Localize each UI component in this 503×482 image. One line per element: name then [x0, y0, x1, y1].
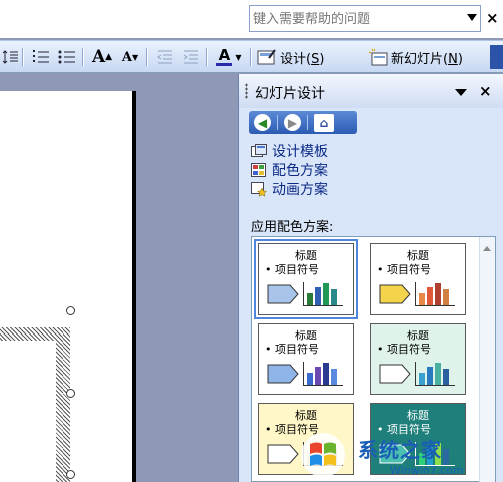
design-template-icon — [251, 143, 267, 159]
thumbnail-bar — [419, 293, 425, 305]
new-slide-button-label: 新幻灯片(N) — [391, 51, 463, 67]
thumbnail-bar — [443, 369, 449, 385]
font-color-button[interactable]: A ▼ — [212, 47, 246, 67]
thumbnail-bar — [427, 367, 433, 385]
toolbar-separator — [250, 48, 252, 66]
design-button[interactable]: 设计(S) — [257, 47, 364, 67]
scroll-up-icon[interactable] — [483, 246, 491, 251]
thumbnail-arrow-shape — [379, 364, 411, 384]
thumbnail-bullet-text: • 项目符号 — [265, 343, 319, 356]
task-pane-menu-icon[interactable] — [455, 89, 467, 96]
watermark: 系统之家 Winwin7.com — [300, 432, 503, 482]
design-icon — [257, 49, 276, 65]
color-schemes-link[interactable]: 配色方案 — [251, 161, 328, 179]
slide-canvas[interactable] — [0, 91, 136, 482]
design-templates-link-text: 设计模板 — [272, 144, 328, 160]
thumbnail-bar-chart — [303, 282, 343, 306]
watermark-url: Winwin7.com — [390, 464, 464, 477]
design-templates-link[interactable]: 设计模板 — [251, 142, 328, 160]
thumbnail-bar — [323, 283, 329, 305]
watermark-title: 系统之家 — [358, 438, 442, 462]
thumbnail-bar — [427, 287, 433, 305]
design-button-label: 设计(S) — [280, 51, 325, 67]
thumbnail-bar — [315, 367, 321, 385]
nav-separator — [277, 115, 278, 130]
animation-scheme-icon — [251, 181, 268, 197]
toolbar-separator — [22, 48, 24, 66]
thumbnail-arrow-shape — [267, 364, 299, 384]
menu-strip: × — [0, 0, 503, 38]
resize-handle[interactable] — [66, 389, 75, 398]
toolbar-options-icon[interactable] — [490, 45, 503, 69]
new-slide-icon — [368, 48, 388, 66]
thumbnail-bullet-text: • 项目符号 — [377, 343, 431, 356]
nav-separator — [307, 115, 308, 130]
color-scheme-thumbnail[interactable]: 标题 • 项目符号 — [254, 239, 358, 319]
thumbnail-bar-chart — [415, 362, 455, 386]
increase-indent-icon[interactable] — [180, 47, 202, 67]
thumbnail-bar — [331, 369, 337, 385]
help-dropdown-icon[interactable] — [467, 14, 477, 21]
chevron-down-icon: ▼ — [235, 52, 242, 62]
resize-handle[interactable] — [66, 470, 75, 479]
toolbar-separator — [82, 48, 84, 66]
thumbnail-bar — [331, 289, 337, 305]
decrease-font-size-icon[interactable]: A ▼ — [118, 47, 142, 67]
thumbnail-bar — [419, 373, 425, 385]
thumbnail-bullet-text: • 项目符号 — [265, 263, 319, 276]
thumbnail-bar — [307, 293, 313, 305]
line-spacing-icon[interactable] — [2, 47, 20, 67]
toolbar-separator — [206, 48, 208, 66]
thumbnail-bar — [435, 283, 441, 305]
increase-font-size-icon[interactable]: A ▲ — [90, 47, 114, 67]
home-icon[interactable]: ⌂ — [314, 114, 334, 132]
thumbnail-bar — [315, 287, 321, 305]
thumbnail-bar — [435, 363, 441, 385]
animation-schemes-link-text: 动画方案 — [272, 182, 328, 198]
formatting-toolbar: A ▲ A ▼ A ▼ 设计(S) 新幻灯片(N) — [0, 40, 503, 73]
thumbnail-bar — [307, 373, 313, 385]
help-search-input[interactable] — [253, 10, 458, 28]
thumbnail-bar-chart — [303, 362, 343, 386]
color-scheme-thumbnail[interactable]: 标题 • 项目符号 — [258, 323, 354, 395]
back-icon[interactable]: ◀ — [254, 114, 271, 131]
task-pane-nav-bar: ◀ ▶ ⌂ — [249, 111, 357, 134]
thumbnail-arrow-shape — [267, 284, 299, 304]
apply-color-scheme-label: 应用配色方案: — [251, 220, 334, 235]
thumbnail-arrow-shape — [379, 284, 411, 304]
task-pane-header: 幻灯片设计 × — [239, 74, 503, 108]
thumbnail-bar — [443, 289, 449, 305]
color-scheme-thumbnail[interactable]: 标题 • 项目符号 — [370, 243, 466, 315]
resize-handle[interactable] — [66, 306, 75, 315]
color-scheme-icon — [251, 162, 267, 178]
color-schemes-link-text: 配色方案 — [272, 163, 328, 179]
numbered-list-icon[interactable] — [30, 47, 52, 67]
thumbnail-bar — [323, 363, 329, 385]
color-scheme-thumbnail[interactable]: 标题 • 项目符号 — [370, 323, 466, 395]
slide-design-task-pane: 幻灯片设计 × ◀ ▶ ⌂ 设计模板 配色方案 动画方案 应用配色方案: 标题 •… — [238, 74, 503, 482]
thumbnail-arrow-shape — [267, 444, 299, 464]
window-close-button[interactable]: × — [486, 9, 499, 27]
font-color-icon: A — [218, 46, 231, 64]
help-search-box[interactable] — [249, 5, 481, 32]
font-color-swatch — [216, 63, 233, 66]
windows-logo-icon — [301, 433, 345, 477]
content-placeholder[interactable] — [0, 327, 70, 482]
grip-icon[interactable] — [245, 83, 248, 99]
bulleted-list-icon[interactable] — [56, 47, 78, 67]
task-pane-close-button[interactable]: × — [479, 82, 492, 100]
thumbnail-bullet-text: • 项目符号 — [377, 263, 431, 276]
task-pane-title: 幻灯片设计 — [255, 86, 325, 102]
placeholder-body — [0, 341, 56, 482]
thumbnail-bar-chart — [415, 282, 455, 306]
toolbar-separator — [146, 48, 148, 66]
new-slide-button[interactable]: 新幻灯片(N) — [368, 47, 486, 67]
decrease-indent-icon[interactable] — [154, 47, 176, 67]
slide-workspace — [0, 74, 238, 482]
animation-schemes-link[interactable]: 动画方案 — [251, 180, 328, 198]
forward-icon[interactable]: ▶ — [284, 114, 301, 131]
